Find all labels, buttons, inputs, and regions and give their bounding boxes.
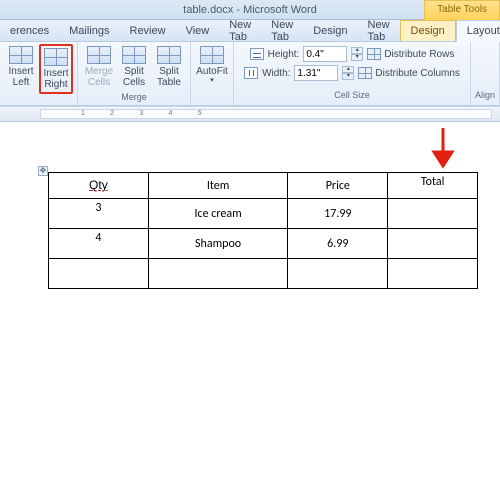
contextual-tab-table-tools: Table Tools (424, 0, 500, 20)
group-merge: Merge Cells Split Cells Split Table Merg… (78, 42, 191, 105)
header-qty[interactable]: Qty (89, 178, 108, 192)
group-autofit: AutoFit ▾ (191, 42, 234, 105)
distribute-rows-icon (367, 48, 381, 60)
split-table-button[interactable]: Split Table (152, 44, 186, 90)
distribute-rows-button[interactable]: Distribute Rows (367, 48, 454, 60)
group-alignment: Align (471, 42, 500, 105)
merge-cells-button[interactable]: Merge Cells (82, 44, 116, 90)
table-row: 3 Ice cream 17.99 (49, 199, 478, 229)
insert-right-button[interactable]: Insert Right (39, 44, 73, 94)
group-cell-size: Height: ▴▾ Distribute Rows Width: ▴▾ Dis… (234, 42, 471, 105)
table-row (49, 259, 478, 289)
group-cell-size-title: Cell Size (334, 89, 370, 101)
group-merge-title: Merge (121, 91, 147, 103)
merge-cells-icon (87, 46, 111, 64)
horizontal-ruler[interactable] (0, 106, 500, 122)
width-spinner[interactable]: ▴▾ (342, 66, 354, 80)
chevron-down-icon: ▾ (210, 77, 214, 85)
title-bar: table.docx - Microsoft Word Table Tools (0, 0, 500, 20)
height-spinner[interactable]: ▴▾ (351, 47, 363, 61)
autofit-icon (200, 46, 224, 64)
group-align-title: Align (475, 89, 495, 101)
insert-left-button[interactable]: Insert Left (4, 44, 38, 94)
tab-references[interactable]: erences (0, 21, 59, 41)
tab-view[interactable]: View (176, 21, 220, 41)
window-title: table.docx - Microsoft Word (183, 4, 317, 16)
table-row: Qty Item Price Total (49, 173, 478, 199)
insert-left-icon (9, 46, 33, 64)
table-move-handle[interactable]: ✥ (38, 166, 48, 176)
insert-right-icon (44, 48, 68, 66)
ribbon: Insert Left Insert Right Merge Cells Spl… (0, 42, 500, 106)
tab-table-layout[interactable]: Layout (456, 20, 500, 42)
distribute-columns-button[interactable]: Distribute Columns (358, 67, 459, 79)
autofit-button[interactable]: AutoFit ▾ (195, 44, 229, 87)
width-label: Width: (262, 68, 290, 79)
tab-mailings[interactable]: Mailings (59, 21, 119, 41)
tab-design-1[interactable]: Design (303, 21, 357, 41)
distribute-columns-icon (358, 67, 372, 79)
height-icon (250, 48, 264, 60)
height-label: Height: (268, 49, 300, 60)
tab-review[interactable]: Review (120, 21, 176, 41)
width-input[interactable] (294, 65, 338, 81)
ribbon-tabs: erences Mailings Review View New Tab New… (0, 20, 500, 42)
group-rows-columns: Insert Left Insert Right (0, 42, 78, 105)
split-table-icon (157, 46, 181, 64)
document-page: ✥ Qty Item Price Total 3 Ice cream 17.99… (0, 122, 500, 307)
header-total[interactable]: Total (388, 173, 478, 199)
split-cells-button[interactable]: Split Cells (117, 44, 151, 90)
document-table[interactable]: Qty Item Price Total 3 Ice cream 17.99 4… (48, 172, 478, 289)
header-price[interactable]: Price (288, 173, 388, 199)
height-input[interactable] (303, 46, 347, 62)
annotation-arrow (428, 126, 458, 175)
table-row: 4 Shampoo 6.99 (49, 229, 478, 259)
width-icon (244, 67, 258, 79)
split-cells-icon (122, 46, 146, 64)
tab-table-design[interactable]: Design (400, 20, 456, 41)
header-item[interactable]: Item (148, 173, 288, 199)
